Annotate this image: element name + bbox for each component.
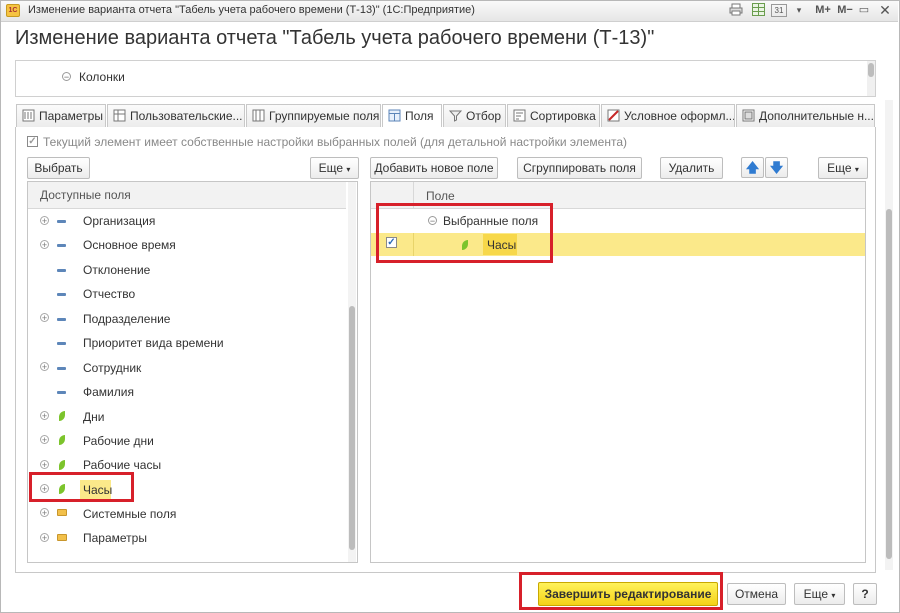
dimension-icon: [57, 391, 66, 394]
field-item[interactable]: Подразделение: [83, 312, 170, 326]
more-label: Еще: [803, 587, 829, 601]
panel-scroll-thumb[interactable]: [886, 209, 892, 559]
field-item[interactable]: Параметры: [83, 531, 147, 545]
footer-more-button[interactable]: Еще ▾: [794, 583, 845, 605]
own-settings-checkbox[interactable]: ✓: [27, 136, 38, 147]
calendar-icon[interactable]: 31: [771, 4, 787, 17]
chevron-down-icon: ▾: [346, 165, 351, 174]
tab-additional-settings[interactable]: Дополнительные н...: [736, 104, 875, 127]
expand-icon[interactable]: +: [40, 435, 49, 445]
left-more-button[interactable]: Еще ▾: [310, 157, 359, 179]
expand-icon[interactable]: +: [40, 240, 49, 250]
field-item[interactable]: Отчество: [83, 287, 135, 301]
user-fields-icon: [113, 109, 126, 122]
tab-grouping-fields[interactable]: Группируемые поля: [246, 104, 381, 127]
dimension-icon: [57, 367, 66, 370]
structure-tree[interactable]: [15, 60, 876, 97]
expand-icon[interactable]: +: [40, 313, 49, 323]
dimension-icon: [57, 220, 66, 223]
expand-icon[interactable]: +: [40, 508, 49, 518]
additional-settings-icon: [742, 109, 755, 122]
right-more-button[interactable]: Еще ▾: [818, 157, 868, 179]
folder-icon: [57, 509, 67, 516]
filter-icon: [449, 110, 462, 122]
memory-minus-button[interactable]: M−: [834, 3, 856, 18]
tab-fields[interactable]: Поля: [382, 104, 442, 129]
collapse-icon[interactable]: −: [62, 72, 71, 82]
annotation-highlight-box: [376, 203, 553, 263]
select-button[interactable]: Выбрать: [27, 157, 90, 179]
move-down-icon[interactable]: 🡇: [765, 157, 788, 178]
field-item[interactable]: Приоритет вида времени: [83, 336, 224, 350]
tab-user-fields[interactable]: Пользовательские...: [107, 104, 245, 127]
group-fields-button[interactable]: Сгруппировать поля: [517, 157, 642, 179]
tab-sort[interactable]: Сортировка: [507, 104, 600, 127]
field-column-header: Поле: [426, 189, 455, 203]
available-fields-header: Доступные поля: [28, 182, 346, 209]
left-scroll-thumb[interactable]: [349, 306, 355, 550]
page-title: Изменение варианта отчета "Табель учета …: [15, 27, 655, 49]
app-logo-icon: 1С: [6, 4, 20, 17]
grouping-icon: [252, 109, 265, 122]
move-up-icon[interactable]: 🡅: [741, 157, 764, 178]
field-item[interactable]: Основное время: [83, 238, 176, 252]
structure-item-columns[interactable]: Колонки: [79, 70, 125, 84]
expand-icon[interactable]: +: [40, 362, 49, 372]
delete-button[interactable]: Удалить: [660, 157, 723, 179]
tab-label: Параметры: [39, 109, 103, 123]
dimension-icon: [57, 342, 66, 345]
tab-conditional-format[interactable]: Условное оформл...: [601, 104, 735, 127]
more-label: Еще: [827, 161, 852, 175]
help-button[interactable]: ?: [853, 583, 877, 605]
dimension-icon: [57, 293, 66, 296]
close-window-icon[interactable]: ✕: [874, 2, 896, 19]
field-item[interactable]: Отклонение: [83, 263, 150, 277]
expand-icon[interactable]: +: [40, 216, 49, 226]
chevron-down-icon: ▾: [831, 591, 836, 600]
field-item[interactable]: Сотрудник: [83, 361, 141, 375]
minimize-icon[interactable]: ▭: [856, 3, 872, 18]
dimension-icon: [57, 244, 66, 247]
table-icon[interactable]: [750, 3, 766, 18]
parameters-icon: [22, 109, 35, 122]
field-item[interactable]: Системные поля: [83, 507, 176, 521]
structure-scroll-thumb[interactable]: [868, 63, 874, 77]
field-item[interactable]: Дни: [83, 410, 104, 424]
toolbar-separator-icon: ▾: [796, 5, 802, 15]
tab-label: Поля: [405, 109, 434, 123]
tab-parameters[interactable]: Параметры: [16, 104, 106, 127]
fields-icon: [388, 109, 401, 122]
folder-icon: [57, 534, 67, 541]
available-fields-list[interactable]: [27, 181, 358, 563]
expand-icon[interactable]: +: [40, 460, 49, 470]
annotation-highlight-box: [29, 472, 134, 502]
more-label: Еще: [318, 161, 344, 175]
expand-icon[interactable]: +: [40, 533, 49, 543]
cancel-button[interactable]: Отмена: [727, 583, 786, 605]
dimension-icon: [57, 269, 66, 272]
tab-label: Группируемые поля: [269, 109, 380, 123]
field-item[interactable]: Организация: [83, 214, 155, 228]
window-title: Изменение варианта отчета "Табель учета …: [28, 4, 475, 16]
tab-label: Дополнительные н...: [759, 109, 874, 123]
tab-label: Пользовательские...: [130, 109, 243, 123]
sort-icon: [513, 109, 526, 122]
own-settings-label: Текущий элемент имеет собственные настро…: [43, 135, 627, 149]
expand-icon[interactable]: +: [40, 411, 49, 421]
dimension-icon: [57, 318, 66, 321]
annotation-highlight-box: [519, 572, 723, 610]
add-new-field-button[interactable]: Добавить новое поле: [370, 157, 498, 179]
field-item[interactable]: Рабочие часы: [83, 458, 161, 472]
field-item[interactable]: Рабочие дни: [83, 434, 154, 448]
memory-plus-button[interactable]: M+: [812, 3, 834, 18]
tab-label: Условное оформл...: [624, 109, 735, 123]
print-icon[interactable]: [728, 3, 744, 18]
tab-label: Сортировка: [530, 109, 596, 123]
chevron-down-icon: ▾: [854, 165, 859, 174]
tab-filter[interactable]: Отбор: [443, 104, 506, 127]
field-item[interactable]: Фамилия: [83, 385, 134, 399]
tab-label: Отбор: [466, 109, 502, 123]
conditional-format-icon: [607, 109, 620, 122]
